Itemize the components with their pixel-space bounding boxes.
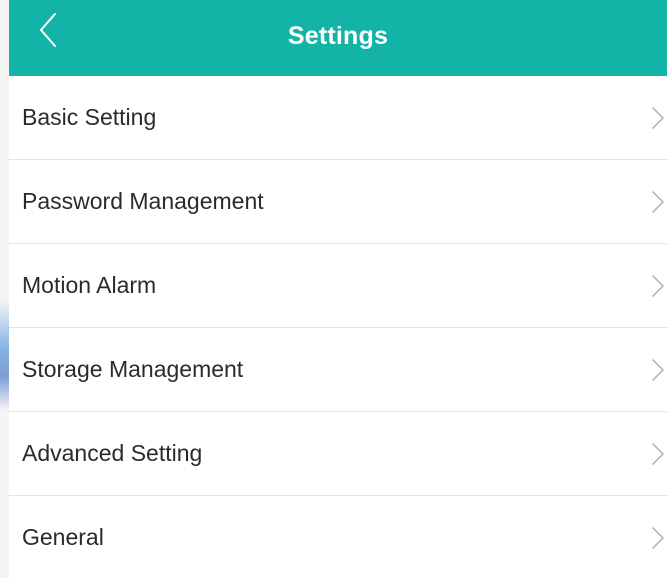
menu-item-label: Basic Setting [22, 104, 157, 130]
menu-item-label: General [22, 524, 104, 550]
menu-item-password-management[interactable]: Password Management [9, 159, 667, 243]
menu-item-basic-setting[interactable]: Basic Setting [9, 76, 667, 159]
menu-item-label: Advanced Setting [22, 440, 203, 466]
chevron-right-icon [651, 106, 665, 130]
menu-item-advanced-setting[interactable]: Advanced Setting [9, 411, 667, 495]
menu-item-storage-management[interactable]: Storage Management [9, 327, 667, 411]
chevron-left-icon [35, 10, 71, 50]
menu-item-general[interactable]: General [9, 495, 667, 578]
settings-screen: Settings Basic Setting Password Manageme… [0, 0, 667, 578]
menu-item-label: Password Management [22, 188, 264, 214]
menu-item-motion-alarm[interactable]: Motion Alarm [9, 243, 667, 327]
chevron-right-icon [651, 190, 665, 214]
back-button[interactable] [35, 10, 71, 50]
header-bar: Settings [9, 0, 667, 76]
chevron-right-icon [651, 274, 665, 298]
chevron-right-icon [651, 442, 665, 466]
chevron-right-icon [651, 358, 665, 382]
page-title: Settings [287, 22, 389, 50]
settings-list: Basic Setting Password Management Motion… [9, 76, 667, 578]
chevron-right-icon [651, 526, 665, 550]
menu-item-label: Storage Management [22, 356, 244, 382]
menu-item-label: Motion Alarm [22, 272, 157, 298]
background-glare [0, 300, 9, 410]
